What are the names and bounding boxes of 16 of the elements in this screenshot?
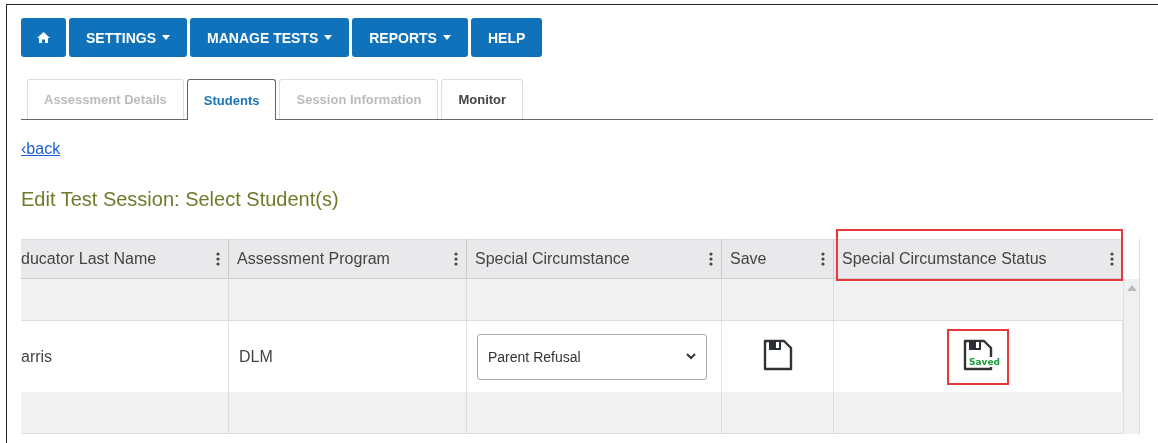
column-header[interactable]: Special Circumstance Status — [834, 239, 1123, 279]
column-header[interactable]: ducator Last Name — [21, 239, 229, 279]
nav-button[interactable]: HELP — [470, 18, 543, 57]
column-header[interactable]: Special Circumstance — [467, 239, 722, 279]
tab[interactable]: Students — [186, 79, 277, 120]
saved-label: Saved — [968, 356, 1001, 367]
nav-menu-button[interactable]: REPORTS — [352, 18, 468, 57]
back-link[interactable]: ‹back — [21, 140, 61, 158]
page-heading: Edit Test Session: Select Student(s) — [21, 188, 340, 211]
circumstance-dropdown[interactable]: Parent Refusal — [477, 333, 707, 380]
nav-menu-button[interactable]: MANAGE TESTS — [190, 18, 350, 57]
column-header[interactable]: Save — [722, 239, 834, 279]
tab[interactable]: Monitor — [441, 79, 524, 119]
nav-menu-button[interactable]: SETTINGS — [69, 18, 187, 57]
column-header[interactable]: Assessment Program — [229, 239, 467, 279]
table-cell: arris — [21, 321, 229, 392]
